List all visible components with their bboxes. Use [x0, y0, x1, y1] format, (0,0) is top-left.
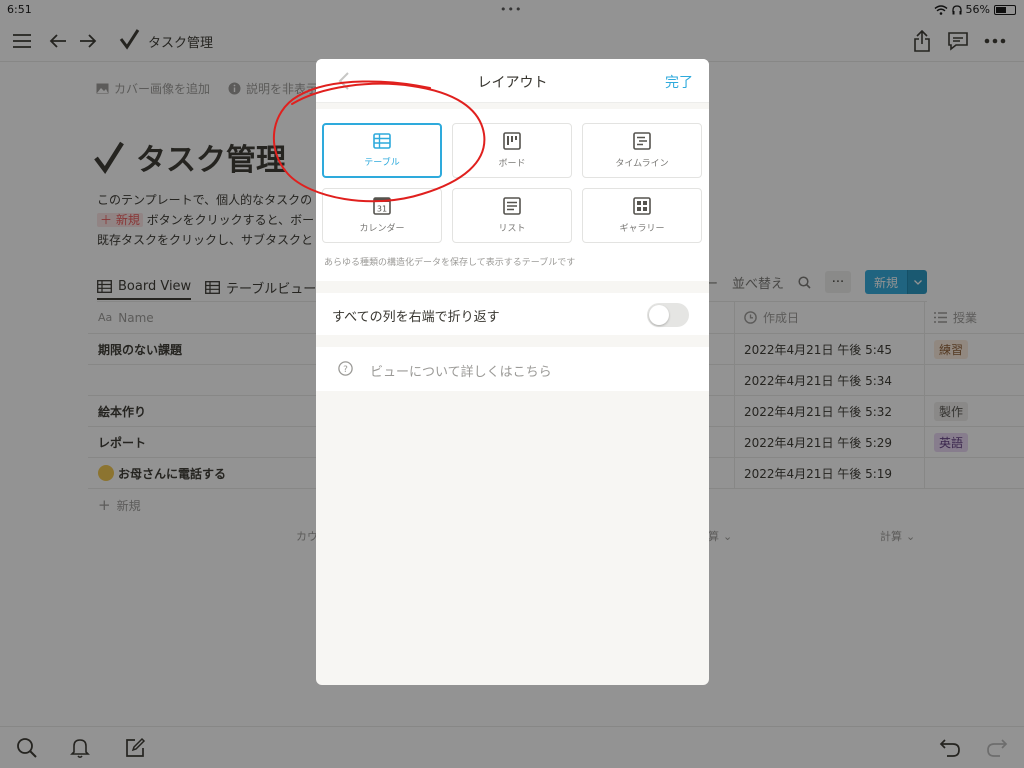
layout-option-label: テーブル [364, 158, 400, 168]
layout-option-label: タイムライン [615, 159, 669, 169]
layout-option-board[interactable]: ボード [452, 123, 572, 178]
layout-options: テーブル ボード タイムライン 31 カレンダー リスト ギャラリー あらゆる種… [316, 109, 709, 281]
layout-option-table[interactable]: テーブル [322, 123, 442, 178]
wrap-columns-label: すべての列を右端で折り返す [332, 310, 500, 325]
layout-option-timeline[interactable]: タイムライン [582, 123, 702, 178]
done-button[interactable]: 完了 [665, 72, 693, 92]
layout-option-gallery[interactable]: ギャラリー [582, 188, 702, 243]
help-link-row[interactable]: ? ビューについて詳しくはこちら [316, 347, 709, 391]
question-icon: ? [338, 361, 353, 376]
timeline-icon [633, 132, 651, 150]
wrap-columns-toggle[interactable] [647, 303, 689, 327]
layout-option-label: リスト [498, 224, 526, 234]
modal-header: レイアウト 完了 [316, 59, 709, 103]
board-icon [503, 132, 521, 150]
layout-option-calendar[interactable]: 31 カレンダー [322, 188, 442, 243]
layout-modal: レイアウト 完了 テーブル ボード タイムライン 31 カレンダー リスト ギャ… [316, 59, 709, 685]
modal-title: レイアウト [477, 75, 548, 91]
layout-option-list[interactable]: リスト [452, 188, 572, 243]
svg-text:?: ? [343, 365, 348, 375]
layout-option-label: ボード [498, 159, 526, 169]
list-icon [503, 197, 521, 215]
layout-description: あらゆる種類の構造化データを保存して表示するテーブルです [324, 258, 576, 268]
help-link-label: ビューについて詳しくはこちら [370, 365, 552, 380]
gallery-icon [633, 197, 651, 215]
toggle-knob [649, 305, 669, 325]
wrap-columns-row: すべての列を右端で折り返す [316, 293, 709, 335]
table-icon [373, 133, 391, 149]
layout-option-label: ギャラリー [619, 224, 665, 234]
calendar-icon: 31 [373, 197, 391, 215]
svg-text:31: 31 [377, 205, 387, 214]
layout-option-label: カレンダー [359, 224, 405, 234]
